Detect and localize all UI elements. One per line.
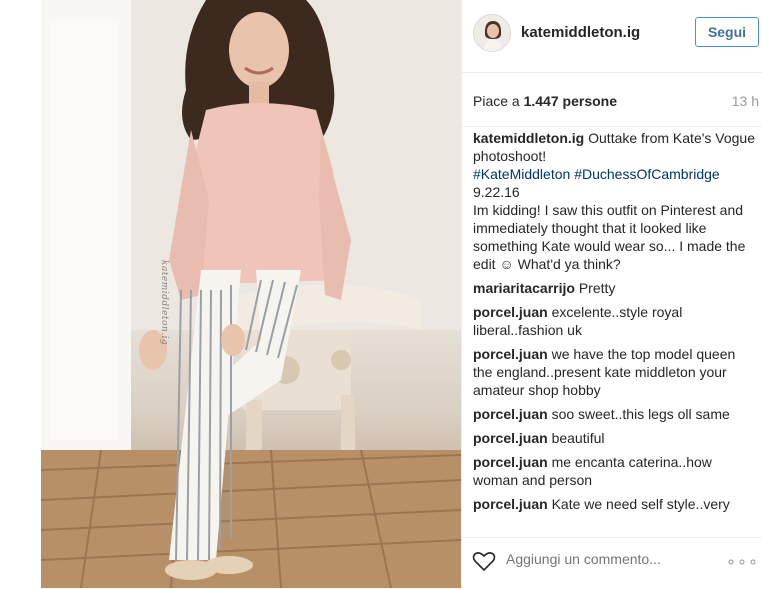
post-header: katemiddleton.ig Segui (462, 0, 762, 73)
follow-button[interactable]: Segui (695, 17, 759, 47)
comment-username[interactable]: porcel.juan (473, 304, 548, 320)
comment-text: Pretty (578, 280, 616, 296)
comment-username[interactable]: porcel.juan (473, 346, 548, 362)
avatar-image (474, 15, 510, 51)
likes-suffix: persone (558, 93, 617, 109)
comment-text: beautiful (551, 430, 605, 446)
comment-username[interactable]: porcel.juan (473, 430, 548, 446)
add-comment-input[interactable] (506, 551, 706, 567)
heart-icon[interactable] (472, 550, 496, 572)
comment-username[interactable]: porcel.juan (473, 496, 548, 512)
photo-watermark: katemiddleton.ig (159, 260, 169, 346)
comment-username[interactable]: mariaritacarrijo (473, 280, 575, 296)
post-side-panel: katemiddleton.ig Segui Piace a 1.447 per… (462, 0, 762, 588)
comment-text: soo sweet..this legs oll same (551, 406, 730, 422)
hashtag-link[interactable]: #DuchessOfCambridge (574, 166, 720, 182)
likes-row: Piace a 1.447 persone 13 h (462, 72, 762, 127)
shoe-right (205, 556, 253, 574)
post-photo-illustration (41, 0, 461, 588)
comments-list: katemiddleton.ig Outtake from Kate's Vog… (473, 129, 755, 519)
likes-number: 1.447 (523, 93, 559, 109)
caption-body: Im kidding! I saw this outfit on Pintere… (473, 202, 746, 272)
comment-username[interactable]: porcel.juan (473, 406, 548, 422)
caption: katemiddleton.ig Outtake from Kate's Vog… (473, 129, 755, 273)
post-time[interactable]: 13 h (732, 93, 759, 109)
likes-prefix: Piace a (473, 93, 524, 109)
comment-item: porcel.juan soo sweet..this legs oll sam… (473, 405, 755, 423)
comment-item: porcel.juan me encanta caterina..how wom… (473, 453, 755, 489)
comment-item: porcel.juan Kate we need self style..ver… (473, 495, 755, 513)
comment-item: porcel.juan we have the top model queen … (473, 345, 755, 399)
face (229, 12, 289, 88)
comment-text: Kate we need self style..very (551, 496, 730, 512)
comment-item: porcel.juan beautiful (473, 429, 755, 447)
caption-date: 9.22.16 (473, 184, 520, 200)
avatar[interactable] (473, 14, 511, 52)
comment-item: mariaritacarrijo Pretty (473, 279, 755, 297)
comment-footer: ∘∘∘ (462, 537, 762, 589)
post-photo[interactable]: katemiddleton.ig (41, 0, 461, 588)
likes-count[interactable]: Piace a 1.447 persone (473, 93, 617, 109)
more-options-icon[interactable]: ∘∘∘ (726, 552, 759, 572)
caption-username[interactable]: katemiddleton.ig (473, 130, 584, 146)
comment-item: porcel.juan excelente..style royal liber… (473, 303, 755, 339)
hashtag-link[interactable]: #KateMiddleton (473, 166, 570, 182)
comment-username[interactable]: porcel.juan (473, 454, 548, 470)
post-username[interactable]: katemiddleton.ig (521, 24, 640, 41)
